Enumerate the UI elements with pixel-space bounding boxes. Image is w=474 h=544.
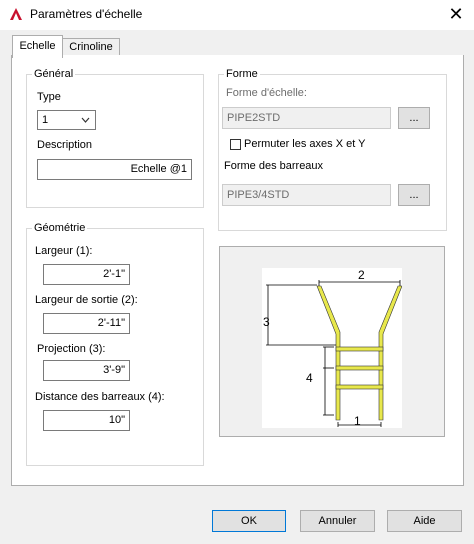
permuter-checkbox[interactable] — [230, 139, 241, 150]
tab-echelle[interactable]: Echelle — [12, 35, 63, 58]
largeur-field[interactable]: 2'-1" — [43, 264, 130, 285]
largeur-label: Largeur (1): — [35, 245, 93, 257]
dim-label-2: 2 — [358, 268, 365, 282]
forme-barreaux-label: Forme des barreaux — [224, 160, 324, 172]
description-label: Description — [37, 139, 93, 151]
close-icon[interactable]: ✕ — [445, 3, 467, 25]
ok-button[interactable]: OK — [212, 510, 286, 532]
type-label: Type — [37, 91, 61, 103]
autocad-app-icon — [10, 8, 22, 20]
annuler-button[interactable]: Annuler — [300, 510, 375, 532]
browse-forme-barreaux-button[interactable]: ... — [398, 184, 430, 206]
largeur-sortie-label: Largeur de sortie (2): — [35, 294, 138, 306]
forme-echelle-field[interactable]: PIPE2STD — [222, 107, 391, 129]
dim-label-1: 1 — [354, 414, 361, 428]
description-field[interactable]: Echelle @1 — [37, 159, 192, 180]
group-geometrie-legend: Géométrie — [32, 222, 88, 234]
group-forme-legend: Forme — [224, 68, 260, 80]
dim-label-4: 4 — [306, 371, 313, 385]
largeur-sortie-field[interactable]: 2'-11" — [43, 313, 130, 334]
projection-label: Projection (3): — [37, 343, 106, 355]
type-select[interactable]: 1 — [37, 110, 96, 130]
tab-crinoline[interactable]: Crinoline — [62, 38, 120, 56]
distance-barreaux-label: Distance des barreaux (4): — [35, 391, 165, 403]
chevron-down-icon — [81, 117, 90, 123]
aide-button[interactable]: Aide — [387, 510, 462, 532]
window-title: Paramètres d'échelle — [30, 7, 143, 21]
ladder-diagram: 2 3 4 1 — [263, 268, 402, 428]
browse-forme-echelle-button[interactable]: ... — [398, 107, 430, 129]
dim-label-3: 3 — [263, 315, 270, 329]
group-general-legend: Général — [32, 68, 76, 80]
type-select-value: 1 — [42, 114, 49, 126]
permuter-label: Permuter les axes X et Y — [244, 138, 366, 150]
forme-echelle-label: Forme d'échelle: — [226, 87, 307, 99]
distance-barreaux-field[interactable]: 10" — [43, 410, 130, 431]
forme-barreaux-field[interactable]: PIPE3/4STD — [222, 184, 391, 206]
projection-field[interactable]: 3'-9" — [43, 360, 130, 381]
